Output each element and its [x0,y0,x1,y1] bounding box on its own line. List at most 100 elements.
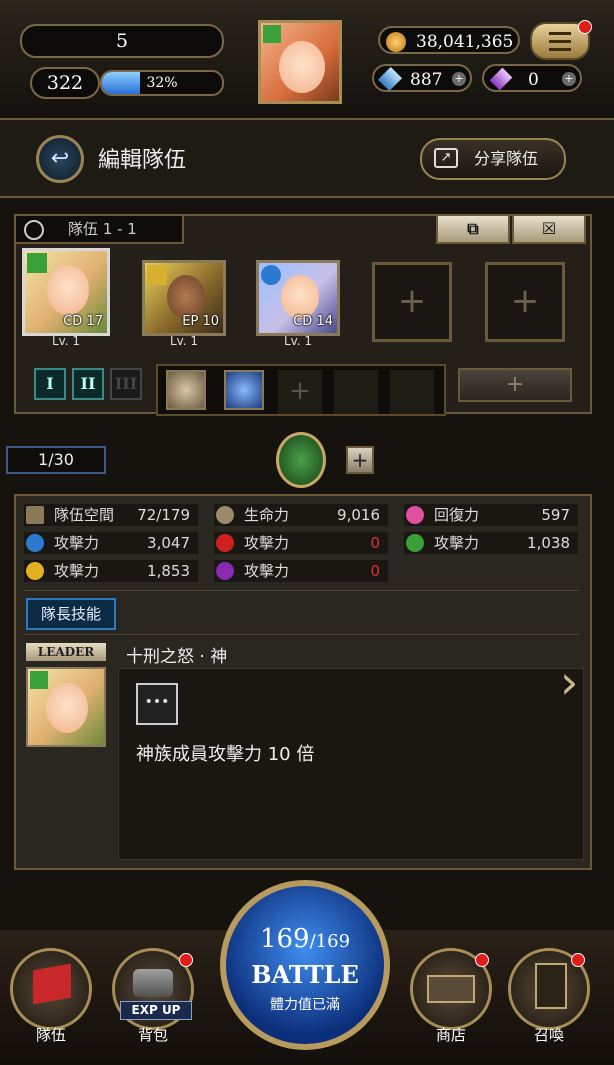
set-button-2[interactable]: II [72,368,104,400]
member-cooldown: CD 17 [63,314,103,329]
light-icon [26,562,44,580]
nav-team-button[interactable] [10,948,92,1030]
wood-attribute-icon [30,671,48,689]
soul-stone-value: 0 [528,70,539,90]
back-button[interactable]: ↩ [36,135,84,183]
divider [24,590,580,591]
stat-attack-dark: 攻擊力 0 [214,560,388,582]
drop-icon [216,506,234,524]
leader-skill-description: 神族成員攻擊力 10 倍 [136,744,315,765]
member-level: Lv. 1 [169,334,199,348]
nav-summon-label: 召喚 [533,1026,564,1044]
diamond-counter: 887 + [372,64,472,92]
close-icon: ☒ [541,219,557,238]
stat-attack-fire: 攻擊力 0 [214,532,388,554]
stat-attack-wood: 攻擊力 1,038 [404,532,578,554]
coin-icon [386,32,406,52]
notification-dot [475,953,489,967]
shop-sign-icon [427,975,475,1003]
bag-slot-empty[interactable] [390,370,434,414]
back-arrow-icon: ↩ [50,146,70,171]
share-team-label: 分享隊伍 [474,149,539,168]
skill-type-icon: ••• [136,683,178,725]
water-icon [26,534,44,552]
team-member-2[interactable]: EP 10 [142,260,226,336]
battle-stamina: 169/169 [259,924,351,954]
rename-icon [24,220,44,240]
plus-icon: + [505,372,525,397]
empty-slot-4[interactable]: + [372,262,452,342]
set-button-3[interactable]: III [110,368,142,400]
stat-attack-light: 攻擊力 1,853 [24,560,198,582]
stat-recovery: 回復力 597 [404,504,578,526]
notification-dot [578,20,592,34]
add-diamond-icon[interactable]: + [452,72,466,86]
next-arrow-icon[interactable]: › [560,652,590,712]
exp-progress-bar: 32% [100,70,224,96]
team-emblem-icon[interactable] [276,432,326,488]
gold-value: 38,041,365 [416,32,514,52]
divider [24,634,580,635]
exp-up-badge: EXP UP [120,1001,192,1020]
bag-item-1[interactable] [166,370,206,410]
leader-portrait[interactable] [26,667,106,747]
leader-skill-tab[interactable]: 隊長技能 [26,598,116,630]
nav-shop-button[interactable] [410,948,492,1030]
clear-team-button[interactable]: ☒ [512,214,586,244]
notification-dot [571,953,585,967]
member-ep: EP 10 [182,314,219,329]
member-level: Lv. 1 [51,334,81,348]
member-portrait [47,265,89,315]
nav-bag-label: 背包 [137,1026,168,1044]
nav-shop-label: 商店 [435,1026,466,1044]
leader-face [46,683,88,733]
exp-percent-label: 32% [146,75,178,91]
fire-icon [216,534,234,552]
copy-icon: ⧉ [467,219,479,238]
set-button-1[interactable]: I [34,368,66,400]
team-page-indicator[interactable]: 1/30 [6,446,106,474]
diamond-icon [377,66,403,92]
empty-slot-5[interactable]: + [485,262,565,342]
avatar-face [279,41,325,93]
stamina-value: 322 [30,67,100,99]
team-member-1[interactable]: CD 17 [22,248,110,336]
stat-hp: 生命力 9,016 [214,504,388,526]
add-soul-stone-icon[interactable]: + [562,72,576,86]
bag-slot-empty[interactable] [334,370,378,414]
copy-team-button[interactable]: ⧉ [436,214,510,244]
player-level: 5 [20,24,224,58]
menu-button[interactable] [530,20,592,60]
chest-icon [133,969,173,997]
player-avatar[interactable] [258,20,342,104]
light-attribute-icon [147,265,167,285]
add-bag-item-button[interactable]: + [278,370,322,414]
water-attribute-icon [261,265,281,285]
add-member-icon: + [397,281,427,321]
battle-button[interactable]: 169/169 BATTLE 體力值已滿 [220,880,390,1050]
battle-status: 體力值已滿 [270,997,340,1013]
stat-attack-water: 攻擊力 3,047 [24,532,198,554]
dark-icon [216,562,234,580]
team-tab[interactable]: 隊伍 1 - 1 [14,214,184,244]
team-member-3[interactable]: CD 14 [256,260,340,336]
add-set-button[interactable]: + [458,368,572,402]
member-cooldown: CD 14 [293,314,333,329]
member-level: Lv. 1 [283,334,313,348]
share-icon: ↗ [434,148,458,168]
notification-dot [179,953,193,967]
battle-label: BATTLE [251,960,359,989]
nav-summon-button[interactable] [508,948,590,1030]
page-title: 編輯隊伍 [98,148,187,173]
wood-icon [406,534,424,552]
flag-icon [26,506,44,524]
heart-icon [406,506,424,524]
bag-item-2[interactable] [224,370,264,410]
share-team-button[interactable]: ↗ 分享隊伍 [420,138,566,180]
flag-icon [33,963,71,1005]
leader-badge: LEADER [26,643,106,661]
leader-skill-name: 十刑之怒 · 神 [126,647,228,667]
add-team-button[interactable]: + [346,446,374,474]
soul-stone-counter: 0 + [482,64,582,92]
soul-stone-icon [489,67,513,91]
